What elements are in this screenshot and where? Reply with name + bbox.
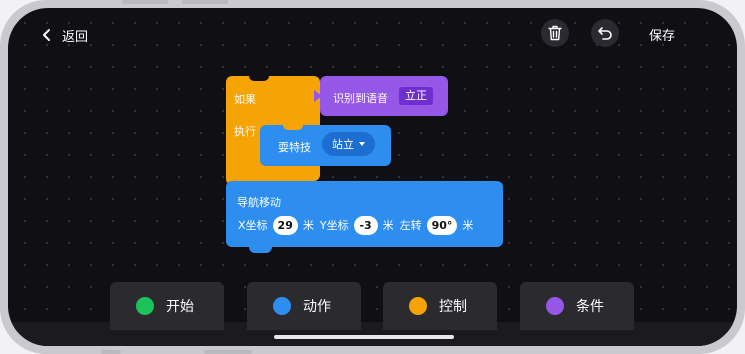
x-unit: 米 [302,219,314,232]
y-input[interactable]: -3 [353,215,378,235]
condition-label: 识别到语音 [333,92,388,105]
trick-label: 耍特技 [278,141,311,154]
back-button[interactable]: 返回 [42,25,88,45]
condition-block[interactable]: 识别到语音 立正 [320,76,448,116]
phone-frame: 返回 保存 如果 执行 识别到语音 立正 耍特技 站立 导航移动 X坐标 29 … [0,0,745,354]
block-notch [249,76,269,81]
category-bar: 开始 动作 控制 条件 [110,282,635,330]
block-notch [283,125,303,130]
top-bar: 返回 保存 [8,8,737,58]
category-dot-icon [546,297,564,315]
if-label: 如果 [234,93,256,106]
back-label: 返回 [62,29,89,45]
x-label: X坐标 [238,219,268,232]
condition-value[interactable]: 立正 [399,87,433,105]
navigation-block[interactable]: 导航移动 X坐标 29 米 Y坐标 -3 米 左转 90° 米 [226,181,503,247]
block-tab [249,245,272,253]
save-button[interactable]: 保存 [649,25,675,44]
navigation-title: 导航移动 [237,196,281,209]
category-dot-icon [273,297,291,315]
delete-button[interactable] [541,19,569,47]
y-unit: 米 [382,219,394,232]
category-action[interactable]: 动作 [247,282,361,330]
turn-label: 左转 [399,219,422,232]
category-condition[interactable]: 条件 [520,282,634,330]
chevron-left-icon [43,29,50,41]
caret-down-icon [359,142,365,146]
trick-block[interactable]: 耍特技 站立 [260,125,391,166]
undo-icon [598,27,612,40]
x-input[interactable]: 29 [272,215,298,235]
category-label: 开始 [166,299,194,315]
trash-icon [548,25,562,41]
app-screen: 返回 保存 如果 执行 识别到语音 立正 耍特技 站立 导航移动 X坐标 29 … [8,8,737,346]
undo-button[interactable] [591,19,619,47]
side-button [101,350,121,354]
turn-unit: 米 [462,219,474,232]
side-button [182,0,228,4]
turn-input[interactable]: 90° [426,215,458,235]
category-dot-icon [136,297,154,315]
y-label: Y坐标 [319,219,349,232]
category-label: 动作 [303,299,331,315]
side-button [122,0,168,4]
category-label: 控制 [439,299,467,315]
navigation-params: X坐标 29 米 Y坐标 -3 米 左转 90° 米 [238,215,473,235]
trick-dropdown-value: 站立 [332,138,354,151]
exec-label: 执行 [234,125,256,138]
category-label: 条件 [576,299,604,315]
category-start[interactable]: 开始 [110,282,224,330]
trick-dropdown[interactable]: 站立 [322,132,375,156]
category-control[interactable]: 控制 [383,282,497,330]
side-button [204,350,252,354]
category-dot-icon [409,297,427,315]
home-indicator[interactable] [274,335,454,339]
